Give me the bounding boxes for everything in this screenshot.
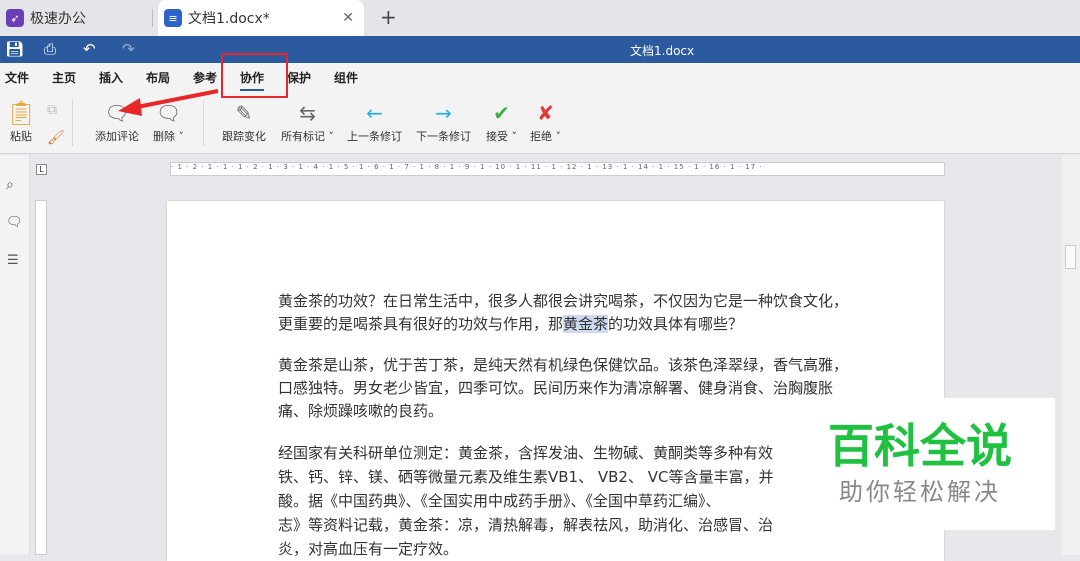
undo-icon[interactable]: ↶: [83, 40, 96, 58]
tab-label: 极速办公: [30, 11, 86, 27]
track-label: 跟踪变化: [222, 130, 266, 143]
clipboard-icon: 📋︎: [5, 99, 37, 127]
previous-revision-button[interactable]: ← 上一条修订: [347, 98, 402, 144]
all-markup-button[interactable]: ⇆ 所有标记 ˅: [281, 98, 334, 144]
reject-text: 拒绝: [530, 130, 552, 143]
save-icon[interactable]: 💾︎: [5, 40, 24, 58]
reject-label: 拒绝 ˅: [530, 130, 561, 143]
title-bar: 💾︎ ⎙ ↶ ↷ 文档1.docx: [0, 36, 1080, 63]
copy-icon[interactable]: ⧉: [47, 102, 57, 118]
menu-file[interactable]: 文件: [5, 69, 29, 86]
scrollbar-thumb[interactable]: [1065, 245, 1076, 269]
selected-text[interactable]: 黄金茶: [563, 315, 609, 333]
document-icon: ≡: [164, 9, 182, 27]
delete-label: 删除 ˅: [153, 130, 184, 143]
arrow-right-icon: →: [435, 101, 452, 125]
new-tab-button[interactable]: +: [380, 5, 397, 29]
redo-icon[interactable]: ↷: [122, 40, 135, 58]
tab-app-home[interactable]: ➶ 极速办公: [6, 0, 151, 36]
x-icon: ✘: [537, 101, 554, 125]
paragraph: 黄金茶的功效？在日常生活中，很多人都很会讲究喝茶，不仅因为它是一种饮食文化， 更…: [278, 290, 878, 336]
ruler-ticks: · 1 · 2 · 1 · 1 · 1 · 2 · 1 · 3 · 1 · 4 …: [171, 163, 763, 171]
separator: [72, 100, 73, 146]
watermark-title: 百科全说: [828, 419, 1012, 473]
all-marks-label: 所有标记 ˅: [281, 130, 334, 143]
text-line: 口感独特。男女老少皆宜，四季可饮。民间历来作为清凉解署、健身消食、治胸腹胀: [278, 379, 834, 397]
left-sidebar: ⌕ 🗨︎ ☰: [0, 155, 30, 555]
comment-icon[interactable]: 🗨︎: [6, 215, 23, 230]
text-run: 更重要的是喝茶具有很好的功效与作用，那: [278, 315, 564, 333]
rocket-icon: ➶: [6, 9, 24, 27]
menu-protect[interactable]: 保护: [287, 69, 311, 86]
vertical-ruler[interactable]: [35, 200, 47, 555]
text-line: 黄金茶的功效？在日常生活中，很多人都很会讲究喝茶，不仅因为它是一种饮食文化，: [278, 292, 849, 310]
accept-text: 接受: [486, 130, 508, 143]
tab-document[interactable]: ≡ 文档1.docx* ✕: [158, 0, 364, 36]
prev-label: 上一条修订: [347, 130, 402, 143]
arrow-left-icon: ←: [366, 101, 383, 125]
divider: [152, 9, 153, 27]
paste-button[interactable]: 📋︎ 粘贴: [6, 98, 36, 144]
format-painter-icon[interactable]: 🖌︎: [47, 130, 65, 146]
print-icon[interactable]: ⎙: [44, 40, 56, 58]
menu-home[interactable]: 主页: [52, 69, 76, 86]
menu-components[interactable]: 组件: [334, 69, 358, 86]
add-comment-label: 添加评论: [95, 130, 139, 143]
paste-label: 粘贴: [10, 130, 32, 143]
tab-stop-selector[interactable]: L: [36, 164, 47, 175]
reject-button[interactable]: ✘ 拒绝 ˅: [530, 98, 561, 144]
check-icon: ✔: [493, 101, 510, 125]
text-line: 黄金茶是山茶，优于苦丁茶，是纯天然有机绿色保健饮品。该茶色泽翠绿，香气高雅，: [278, 356, 849, 374]
horizontal-ruler[interactable]: · 1 · 2 · 1 · 1 · 1 · 2 · 1 · 3 · 1 · 4 …: [170, 162, 945, 176]
markup-icon: ⇆: [299, 101, 316, 125]
document-title: 文档1.docx: [630, 44, 695, 58]
tab-label: 文档1.docx*: [188, 11, 270, 27]
text-line: 炎，对高血压有一定疗效。: [278, 540, 459, 558]
next-label: 下一条修订: [416, 130, 471, 143]
tab-bar: ➶ 极速办公 ≡ 文档1.docx* ✕ +: [0, 0, 1080, 36]
track-changes-icon: ✎: [235, 101, 253, 125]
watermark-subtitle: 助你轻松解决: [839, 478, 1001, 506]
close-icon[interactable]: ✕: [342, 10, 354, 26]
accept-button[interactable]: ✔ 接受 ˅: [486, 98, 517, 144]
annotation-highlight-box: [221, 53, 288, 98]
search-icon[interactable]: ⌕: [6, 177, 14, 193]
vertical-scrollbar[interactable]: [1062, 155, 1080, 555]
menu-references[interactable]: 参考: [193, 69, 217, 86]
all-marks-text: 所有标记: [281, 130, 325, 143]
next-revision-button[interactable]: → 下一条修订: [416, 98, 471, 144]
watermark: 百科全说 助你轻松解决: [785, 398, 1055, 530]
annotation-arrow: [118, 89, 219, 116]
text-run: 的功效具体有哪些？: [608, 315, 744, 333]
accept-label: 接受 ˅: [486, 130, 517, 143]
delete-text: 删除: [153, 130, 175, 143]
menu-layout[interactable]: 布局: [146, 69, 170, 86]
menu-insert[interactable]: 插入: [99, 69, 123, 86]
text-line: 更重要的是喝茶具有很好的功效与作用，那黄金茶的功效具体有哪些？: [278, 313, 878, 336]
outline-icon[interactable]: ☰: [7, 253, 19, 268]
